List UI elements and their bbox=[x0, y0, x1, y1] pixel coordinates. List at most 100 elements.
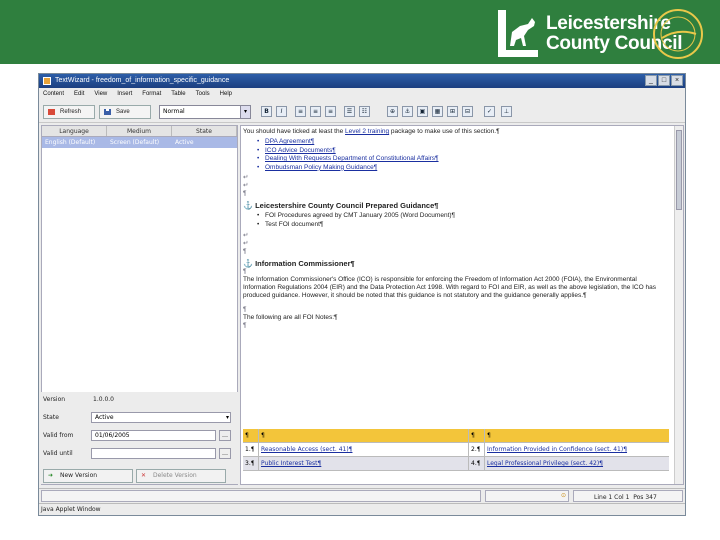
table-link[interactable]: Information Provided in Confidence (sect… bbox=[485, 443, 669, 456]
list-item[interactable]: ICO Advice Documents¶ bbox=[257, 147, 669, 156]
menu-table[interactable]: Table bbox=[171, 88, 185, 100]
menu-insert[interactable]: Insert bbox=[117, 88, 132, 100]
list-item[interactable]: DPA Agreement¶ bbox=[257, 138, 669, 147]
anchor-icon: ⚓ bbox=[243, 258, 253, 268]
refresh-icon bbox=[48, 109, 55, 115]
table-row[interactable]: English (Default) Screen (Default) Activ… bbox=[42, 137, 237, 148]
window-title: TextWizard - freedom_of_information_spec… bbox=[55, 77, 230, 84]
excellent-council-seal-icon bbox=[653, 9, 703, 59]
version-label: Version bbox=[43, 396, 66, 403]
save-icon bbox=[104, 109, 111, 115]
properties-icon[interactable]: ⊥ bbox=[501, 106, 512, 117]
numbered-list-icon[interactable]: ☷ bbox=[359, 106, 370, 117]
menu-content[interactable]: Content bbox=[43, 88, 64, 100]
heading-information-commissioner: ⚓ Information Commissioner¶ bbox=[243, 258, 355, 268]
version-value: 1.0.0.0 bbox=[93, 396, 114, 403]
app-icon bbox=[43, 77, 51, 85]
italic-icon[interactable]: I bbox=[276, 106, 287, 117]
scrollbar-thumb[interactable] bbox=[676, 130, 682, 210]
toolbar: Refresh Save Normal ▾ B I ≡ ≡ ≡ ☰ ☷ ⊕ ⚓ … bbox=[39, 101, 685, 123]
applet-status: Java Applet Window bbox=[39, 503, 685, 515]
bullet-list-links: DPA Agreement¶ ICO Advice Documents¶ Dea… bbox=[257, 138, 669, 172]
ico-paragraph: The Information Commissioner's Office (I… bbox=[243, 275, 656, 299]
delete-version-button[interactable]: ✕ Delete Version bbox=[136, 469, 226, 483]
align-right-icon[interactable]: ≡ bbox=[325, 106, 336, 117]
menu-view[interactable]: View bbox=[94, 88, 107, 100]
status-field bbox=[485, 490, 569, 502]
close-button[interactable]: × bbox=[671, 75, 683, 86]
table-link[interactable]: Public Interest Test¶ bbox=[259, 457, 469, 470]
intro-paragraph: You should have ticked at least the Leve… bbox=[243, 128, 500, 135]
lock-icon: ⊙ bbox=[561, 492, 567, 499]
insert-row-icon[interactable]: ⊞ bbox=[447, 106, 458, 117]
valid-from-picker-button[interactable]: … bbox=[219, 430, 231, 441]
document-editor[interactable]: You should have ticked at least the Leve… bbox=[240, 125, 684, 485]
table-row: 1.¶ Reasonable Access (sect. 41)¶ 2.¶ In… bbox=[243, 443, 669, 457]
delete-row-icon[interactable]: ⊟ bbox=[462, 106, 473, 117]
column-state[interactable]: State bbox=[172, 126, 237, 136]
paragraph-mark: ↵ ↵ ¶ bbox=[243, 174, 249, 198]
anchor-icon[interactable]: ⚓ bbox=[402, 106, 413, 117]
valid-until-field[interactable] bbox=[91, 448, 216, 459]
medium-cell: Screen (Default) bbox=[110, 139, 160, 146]
heading-lcc-guidance: ⚓ Leicestershire County Council Prepared… bbox=[243, 201, 439, 211]
paragraph-mark: ↵ ↵ ¶ bbox=[243, 231, 249, 255]
state-label: State bbox=[43, 414, 59, 421]
paragraph-mark: ¶ bbox=[243, 321, 247, 329]
menu-edit[interactable]: Edit bbox=[74, 88, 84, 100]
textwizard-window: TextWizard - freedom_of_information_spec… bbox=[38, 73, 686, 516]
state-select[interactable]: Active ▾ bbox=[91, 412, 231, 423]
language-cell: English (Default) bbox=[45, 139, 96, 146]
paragraph-style-select[interactable]: Normal ▾ bbox=[159, 105, 251, 119]
align-left-icon[interactable]: ≡ bbox=[295, 106, 306, 117]
following-line: The following are all FOI Notes:¶ bbox=[243, 313, 338, 321]
menu-help[interactable]: Help bbox=[220, 88, 232, 100]
delete-icon: ✕ bbox=[141, 472, 147, 479]
list-item[interactable]: Ombudsman Policy Making Guidance¶ bbox=[257, 164, 669, 173]
state-cell: Active bbox=[175, 139, 194, 146]
chevron-down-icon: ▾ bbox=[240, 106, 250, 118]
status-bar: ⊙ Line 1 Col 1 Pos 347 bbox=[39, 488, 685, 502]
valid-until-label: Valid until bbox=[43, 450, 73, 457]
menu-tools[interactable]: Tools bbox=[196, 88, 210, 100]
align-center-icon[interactable]: ≡ bbox=[310, 106, 321, 117]
column-medium[interactable]: Medium bbox=[107, 126, 172, 136]
chevron-down-icon: ▾ bbox=[225, 414, 229, 421]
window-titlebar: TextWizard - freedom_of_information_spec… bbox=[39, 74, 685, 88]
valid-from-label: Valid from bbox=[43, 432, 74, 439]
table-icon[interactable]: ▦ bbox=[432, 106, 443, 117]
valid-until-picker-button[interactable]: … bbox=[219, 448, 231, 459]
level-2-training-link[interactable]: Level 2 training bbox=[345, 128, 389, 135]
image-icon[interactable]: ▣ bbox=[417, 106, 428, 117]
language-list-header: Language Medium State bbox=[42, 126, 237, 137]
bullet-list-guidance: FOI Procedures agreed by CMT January 200… bbox=[257, 212, 669, 229]
refresh-button[interactable]: Refresh bbox=[43, 105, 95, 119]
maximize-button[interactable]: □ bbox=[658, 75, 670, 86]
table-link[interactable]: Legal Professional Privilege (sect. 42)¶ bbox=[485, 457, 669, 470]
cursor-position: Line 1 Col 1 Pos 347 bbox=[573, 490, 683, 502]
list-item[interactable]: FOI Procedures agreed by CMT January 200… bbox=[257, 212, 669, 221]
spellcheck-icon[interactable]: ✓ bbox=[484, 106, 495, 117]
bold-icon[interactable]: B bbox=[261, 106, 272, 117]
document-body: You should have ticked at least the Leve… bbox=[243, 128, 669, 330]
column-language[interactable]: Language bbox=[42, 126, 107, 136]
add-icon: ➜ bbox=[48, 472, 54, 479]
paragraph-mark: ¶ bbox=[243, 267, 247, 275]
menu-bar: Content Edit View Insert Format Table To… bbox=[39, 88, 685, 100]
hyperlink-icon[interactable]: ⊕ bbox=[387, 106, 398, 117]
new-version-button[interactable]: ➜ New Version bbox=[43, 469, 133, 483]
save-button[interactable]: Save bbox=[99, 105, 151, 119]
bullet-list-icon[interactable]: ☰ bbox=[344, 106, 355, 117]
table-row: 3.¶ Public Interest Test¶ 4.¶ Legal Prof… bbox=[243, 457, 669, 471]
list-item[interactable]: Test FOI document¶ bbox=[257, 221, 669, 230]
council-banner: Leicestershire County Council bbox=[0, 0, 720, 64]
list-item[interactable]: Dealing With Requests Department of Cons… bbox=[257, 155, 669, 164]
editor-scrollbar[interactable] bbox=[674, 126, 683, 484]
paragraph-mark: ¶ bbox=[243, 305, 247, 313]
status-message bbox=[41, 490, 481, 502]
menu-format[interactable]: Format bbox=[142, 88, 161, 100]
anchor-icon: ⚓ bbox=[243, 201, 253, 211]
table-link[interactable]: Reasonable Access (sect. 41)¶ bbox=[259, 443, 469, 456]
valid-from-field[interactable]: 01/06/2005 bbox=[91, 430, 216, 441]
minimize-button[interactable]: _ bbox=[645, 75, 657, 86]
